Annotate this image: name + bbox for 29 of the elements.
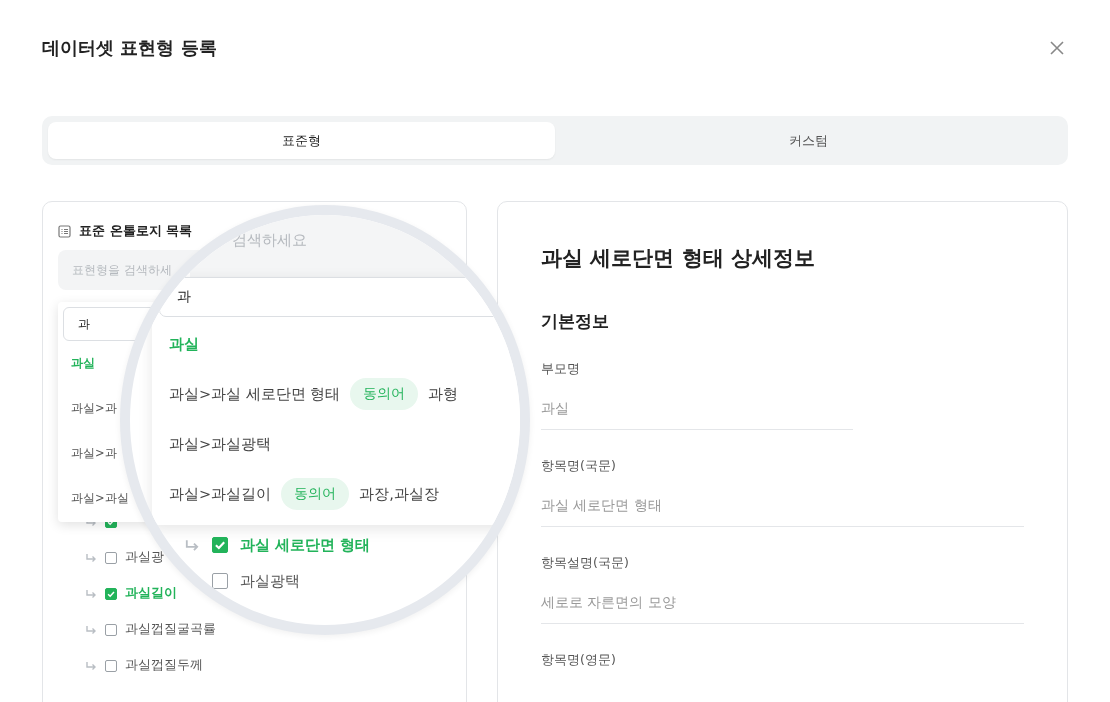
checkbox[interactable]: [105, 551, 117, 564]
tab[interactable]: 커스텀: [555, 122, 1062, 159]
dialog-title: 데이터셋 표현형 등록: [42, 36, 217, 60]
tab[interactable]: 표준형: [48, 122, 555, 159]
tree-item-label[interactable]: 과실광택: [240, 571, 300, 591]
search-result[interactable]: 과실>과실광택: [169, 434, 272, 454]
panel-title: 표준 온톨로지 목록: [79, 222, 193, 240]
field-label: 부모명: [541, 361, 581, 378]
checkbox[interactable]: [105, 587, 117, 600]
close-icon[interactable]: [1048, 39, 1066, 57]
search-result[interactable]: 과실>과실길이: [169, 484, 272, 504]
synonym-badge: 동의어: [350, 378, 419, 410]
checkbox[interactable]: [105, 623, 117, 636]
checkbox[interactable]: [212, 573, 228, 589]
field-label: 항목명(국문): [541, 458, 617, 475]
field-label: 항목설명(국문): [541, 555, 630, 572]
list-icon: [58, 224, 71, 238]
tree-item-label[interactable]: 과실광: [125, 549, 164, 566]
tree-item-label[interactable]: 과실껍질두께: [125, 657, 203, 674]
tree-item-label[interactable]: 과실껍질굴곡률: [125, 621, 216, 638]
section-heading: 기본정보: [541, 310, 610, 333]
search-result[interactable]: 과실>과실 세로단면 형태: [169, 384, 341, 404]
detail-title: 과실 세로단면 형태 상세정보: [541, 245, 816, 272]
checkbox[interactable]: [212, 537, 228, 553]
synonym-text: 과형: [428, 384, 459, 404]
synonym-text: 과장,과실장: [359, 484, 439, 504]
checkbox[interactable]: [105, 659, 117, 672]
field-label: 항목명(영문): [541, 652, 617, 669]
synonym-badge: 동의어: [281, 478, 350, 510]
